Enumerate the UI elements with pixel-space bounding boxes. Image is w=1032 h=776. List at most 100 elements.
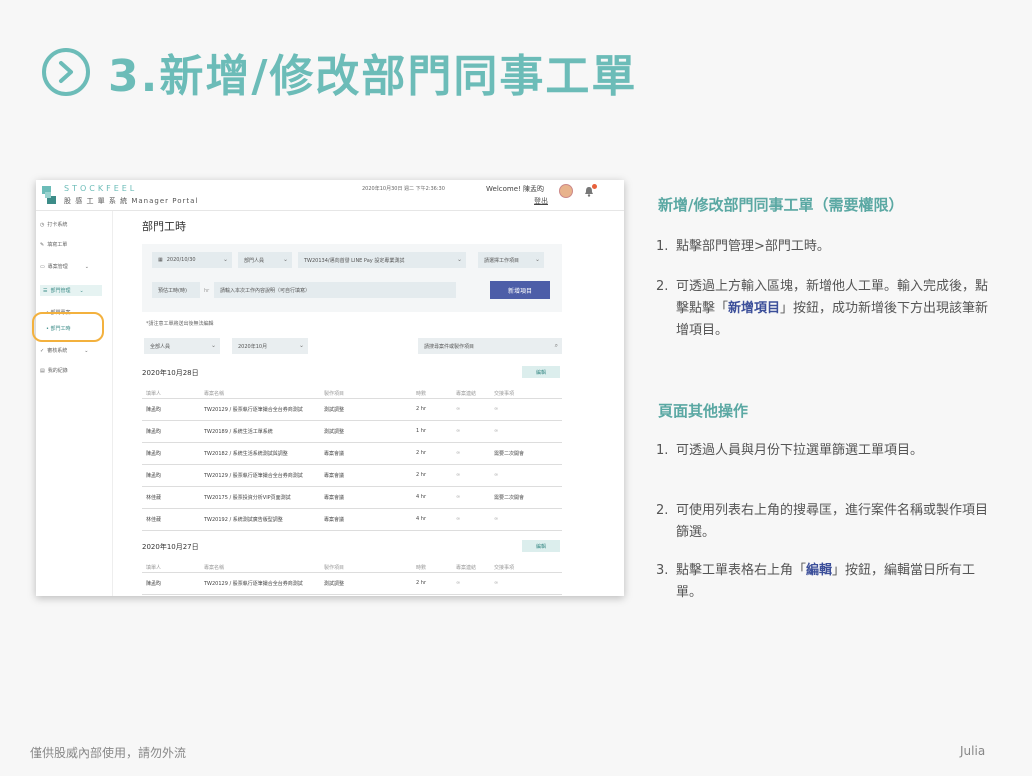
table-header: 交接事項: [494, 391, 515, 397]
link-icon[interactable]: ∞: [456, 516, 460, 522]
table-header: 製作項目: [324, 565, 345, 571]
chevron-down-icon: ⌄: [534, 256, 540, 263]
list-item: 2. 可使用列表右上角的搜尋匡，進行案件名稱或製作項目篩選。: [656, 503, 989, 540]
table-cell: TW20129 / 股票執行逐筆撮合全台券商測試: [204, 407, 303, 413]
row-divider: [142, 594, 562, 595]
table-cell: 專案會議: [324, 451, 345, 457]
footer-author: Julia: [960, 744, 986, 758]
logout-link[interactable]: 登出: [534, 196, 548, 206]
highlight-ring: [32, 312, 104, 342]
table-cell: TW20182 / 系統生活系統測試與調整: [204, 451, 288, 457]
page-title: 部門工時: [142, 220, 186, 233]
person-filter[interactable]: 全部人員 ⌄: [144, 338, 220, 354]
app-header: STOCKFEEL 股 感 工 單 系 統 Manager Portal 202…: [36, 180, 624, 211]
member-select[interactable]: 部門人員 ⌄: [238, 252, 292, 268]
sidebar-item-records[interactable]: ▤ 我的紀錄: [40, 367, 68, 375]
link-icon[interactable]: ∞: [494, 580, 498, 586]
link-icon[interactable]: ∞: [456, 580, 460, 586]
table-cell: TW20129 / 股票執行逐筆撮合全台券商測試: [204, 473, 303, 479]
link-icon[interactable]: ∞: [494, 406, 498, 412]
link-icon[interactable]: ∞: [494, 428, 498, 434]
table-header: 專案連結: [456, 391, 477, 397]
app-screenshot: STOCKFEEL 股 感 工 單 系 統 Manager Portal 202…: [36, 180, 624, 596]
hours-input[interactable]: 預估工時(時): [152, 282, 200, 298]
stockfeel-logo-icon: [42, 186, 56, 204]
date-picker[interactable]: ▦ 2020/10/30 ⌄: [152, 252, 232, 268]
row-divider: [142, 572, 562, 573]
table-header: 填單人: [146, 391, 162, 397]
sidebar: ◷ 打卡系統 ✎ 填寫工單 ▭ 專案管理 ⌄ ☰ 部門管理 ⌄ • 部門專案 • 部門工時 …: [36, 211, 113, 596]
month-filter[interactable]: 2020年10月 ⌄: [232, 338, 308, 354]
table-header: 專案名稱: [204, 565, 225, 571]
sidebar-item-punch[interactable]: ◷ 打卡系統: [40, 221, 67, 229]
form-note: *請注意工單將送出後無法編輯: [146, 321, 214, 327]
sidebar-item-projects[interactable]: ▭ 專案管理 ⌄: [40, 263, 89, 271]
table-cell: TW20129 / 股票執行逐筆撮合全台券商測試: [204, 581, 303, 587]
link-icon[interactable]: ∞: [456, 450, 460, 456]
folder-icon: ▭: [40, 263, 45, 270]
sidebar-item-department[interactable]: ☰ 部門管理 ⌄: [40, 285, 102, 296]
hours-unit: hr: [204, 288, 210, 294]
edit-button[interactable]: 編輯: [522, 540, 560, 552]
row-divider: [142, 530, 562, 531]
avatar[interactable]: [559, 184, 573, 198]
table-header: 時數: [416, 565, 427, 571]
table-cell: 測試調整: [324, 581, 345, 587]
table-cell: 2 hr: [416, 406, 426, 412]
record-icon: ▤: [40, 367, 45, 374]
search-input[interactable]: 請搜尋案件或製作項目 ⌕: [418, 338, 562, 354]
table-cell: 陳孟昀: [146, 473, 162, 479]
link-icon[interactable]: ∞: [456, 472, 460, 478]
row-divider: [142, 420, 562, 421]
sidebar-item-review[interactable]: ✓ 審核系統 ⌄: [40, 347, 88, 355]
header-date: 2020年10月30日 週二 下午2:36:30: [362, 186, 445, 192]
chevron-right-circle-icon: [42, 48, 90, 96]
chevron-down-icon: ⌄: [282, 256, 288, 263]
table-cell: 陳孟昀: [146, 429, 162, 435]
edit-button[interactable]: 編輯: [522, 366, 560, 378]
chevron-down-icon: ⌄: [210, 342, 216, 349]
slide-title: 3.新增/修改部門同事工單: [42, 42, 637, 102]
table-cell: 4 hr: [416, 494, 426, 500]
table-cell: TW20175 / 股票投資分析VIP頁面測試: [204, 495, 291, 501]
table-cell: TW20189 / 系統生活工單系統: [204, 429, 273, 435]
list-item: 2. 可透過上方輸入區塊，新增他人工單。輸入完成後，點擊點擊「新增項目」按鈕，成功…: [656, 279, 989, 338]
calendar-icon: ▦: [158, 257, 163, 263]
chevron-down-icon: ⌄: [79, 287, 84, 294]
link-icon[interactable]: ∞: [456, 406, 460, 412]
link-icon[interactable]: ∞: [494, 516, 498, 522]
table-cell: 測試調整: [324, 407, 345, 413]
day-label: 2020年10月28日: [142, 369, 199, 377]
table-cell: 2 hr: [416, 450, 426, 456]
list-item: 1. 可透過人員與月份下拉選單篩選工單項目。: [656, 443, 924, 458]
table-header: 專案連結: [456, 565, 477, 571]
table-cell: 專案會議: [324, 517, 345, 523]
search-icon: ⌕: [554, 342, 558, 349]
chevron-down-icon: ⌄: [84, 263, 89, 270]
welcome-text: Welcome! 陳孟昀: [486, 185, 545, 193]
chevron-down-icon: ⌄: [222, 256, 228, 263]
check-icon: ✓: [40, 347, 45, 354]
table-cell: 林佳葳: [146, 495, 162, 501]
list-item: 3. 點擊工單表格右上角「編輯」按鈕，編輯當日所有工單。: [656, 563, 976, 600]
project-select[interactable]: TW20134/邁向首發 LINE Pay 設定專業測試 ⌄: [298, 252, 466, 268]
add-item-button[interactable]: 新增項目: [490, 281, 550, 299]
row-divider: [142, 508, 562, 509]
table-cell: 專案會議: [324, 495, 345, 501]
clock-icon: ◷: [40, 221, 45, 228]
sidebar-item-timesheet[interactable]: ✎ 填寫工單: [40, 241, 67, 249]
note-input[interactable]: 請輸入本次工作內容說明（可自行填寫）: [214, 282, 456, 298]
table-cell: 2 hr: [416, 580, 426, 586]
section2-title: 頁面其他操作: [658, 402, 749, 420]
table-cell: 2 hr: [416, 472, 426, 478]
category-select[interactable]: 請選擇工作項目 ⌄: [478, 252, 544, 268]
link-icon[interactable]: ∞: [456, 494, 460, 500]
link-icon[interactable]: ∞: [456, 428, 460, 434]
notification-badge: [592, 184, 597, 189]
table-cell: 專案會議: [324, 473, 345, 479]
table-cell: 4 hr: [416, 516, 426, 522]
table-cell: 需要二次開會: [494, 495, 525, 501]
table-header: 填單人: [146, 565, 162, 571]
link-icon[interactable]: ∞: [494, 472, 498, 478]
row-divider: [142, 398, 562, 399]
